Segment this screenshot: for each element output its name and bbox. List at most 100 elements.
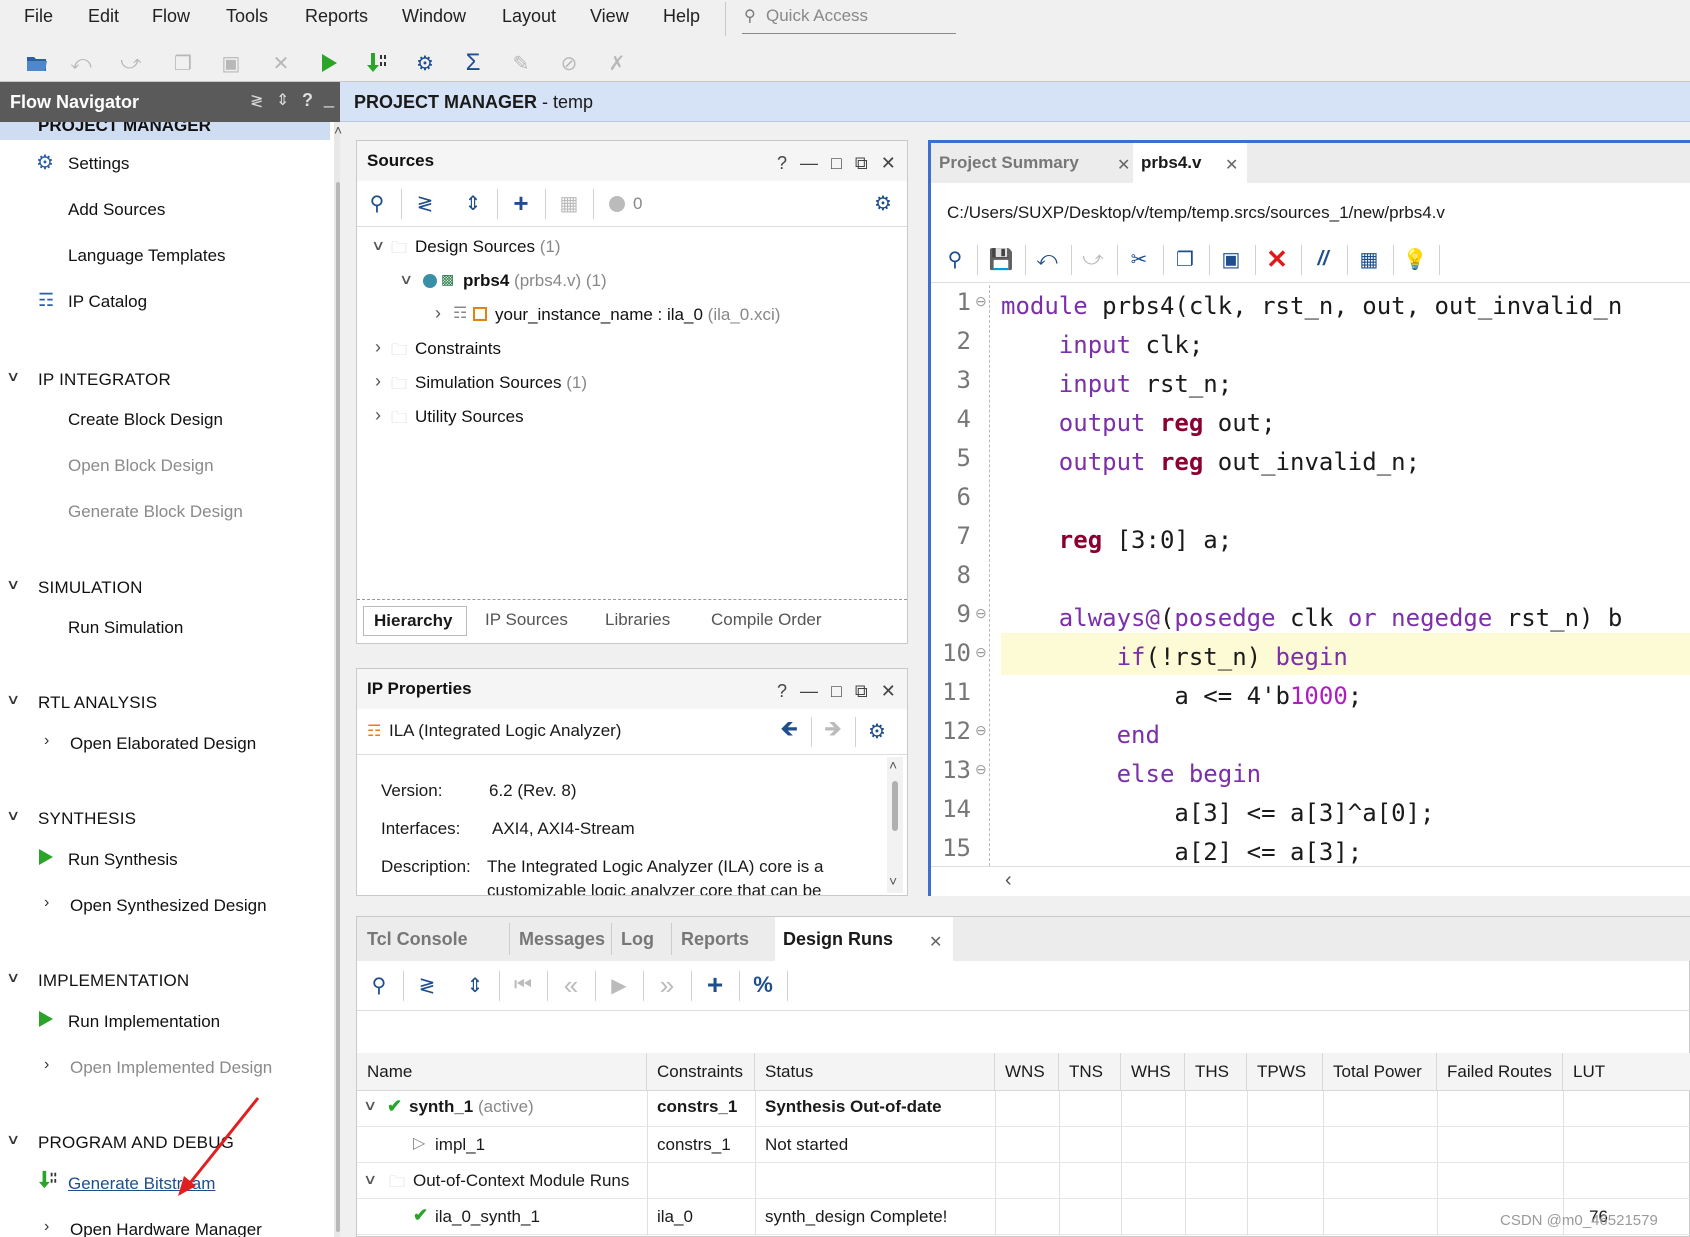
table-row[interactable]: ✔ ila_0_synth_1 ila_0 synth_design Compl… <box>357 1199 1690 1235</box>
scroll-up-icon[interactable]: ˄ <box>334 122 342 138</box>
gear-icon[interactable]: ⚙ <box>863 717 891 745</box>
first-icon[interactable]: ⏮ <box>509 971 537 999</box>
column-icon[interactable]: ▦ <box>1355 245 1383 273</box>
back-arrow-icon[interactable]: 🡸 <box>775 716 803 745</box>
chevron-down-icon[interactable]: ∨ <box>363 1097 377 1114</box>
rewind-icon[interactable]: « <box>557 970 585 1000</box>
menu-edit[interactable]: Edit <box>88 6 119 27</box>
minimize-icon[interactable]: _ <box>324 88 334 109</box>
expand-all-icon[interactable]: ⇕ <box>461 971 489 999</box>
col-status[interactable]: Status <box>755 1053 995 1091</box>
menu-tools[interactable]: Tools <box>226 6 268 27</box>
close-icon[interactable]: ✕ <box>881 681 896 702</box>
chevron-down-icon[interactable]: ∨ <box>6 691 20 708</box>
open-project-icon[interactable] <box>24 50 50 76</box>
menu-layout[interactable]: Layout <box>502 6 556 27</box>
tab-compile-order[interactable]: Compile Order <box>711 610 822 630</box>
tab-ip-sources[interactable]: IP Sources <box>485 610 568 630</box>
gear-icon[interactable]: ⚙ <box>869 189 897 217</box>
maximize-icon[interactable]: □ <box>831 681 842 702</box>
undo-icon[interactable]: ⤺ <box>68 50 94 76</box>
float-icon[interactable]: ⧉ <box>855 153 868 174</box>
table-row[interactable]: ∨ 🗀 Out-of-Context Module Runs <box>357 1163 1690 1199</box>
chevron-down-icon[interactable]: ∨ <box>399 271 413 288</box>
menu-view[interactable]: View <box>590 6 629 27</box>
col-tns[interactable]: TNS <box>1059 1053 1121 1091</box>
help-icon[interactable]: ? <box>302 90 313 111</box>
close-icon[interactable]: ✕ <box>881 153 896 174</box>
section-simulation[interactable]: SIMULATION <box>38 578 143 598</box>
col-constraints[interactable]: Constraints <box>647 1053 755 1091</box>
percent-icon[interactable]: % <box>749 971 777 999</box>
nav-open-synthesized-design[interactable]: Open Synthesized Design <box>70 896 267 916</box>
col-total-power[interactable]: Total Power <box>1323 1053 1437 1091</box>
search-icon[interactable]: ⚲ <box>941 245 969 273</box>
ip-properties-scrollbar[interactable]: ˄ ˅ <box>887 757 903 893</box>
chevron-down-icon[interactable]: ∨ <box>6 1131 20 1148</box>
fold-icon[interactable]: ⊖ <box>975 644 987 661</box>
chevron-down-icon[interactable]: ∨ <box>371 237 385 254</box>
menu-flow[interactable]: Flow <box>152 6 190 27</box>
nav-open-block-design[interactable]: Open Block Design <box>68 456 214 476</box>
nav-run-simulation[interactable]: Run Simulation <box>68 618 183 638</box>
tab-hierarchy[interactable]: Hierarchy <box>363 606 467 636</box>
nav-add-sources[interactable]: Add Sources <box>68 200 165 220</box>
maximize-icon[interactable]: □ <box>831 153 842 174</box>
nav-run-implementation[interactable]: Run Implementation <box>68 1012 220 1032</box>
program-device-icon[interactable] <box>364 50 390 76</box>
tree-ip-instance[interactable]: your_instance_name : ila_0 (ila_0.xci) <box>495 305 780 325</box>
copy-icon[interactable]: ❐ <box>1171 245 1199 273</box>
tab-libraries[interactable]: Libraries <box>605 610 670 630</box>
editor-hscrollbar[interactable]: ‹ <box>931 866 1690 896</box>
search-icon[interactable]: ⚲ <box>363 189 391 217</box>
code-editor[interactable]: 1 2 3 4 5 6 7 8 9 10 11 12 13 14 15 ⊖ ⊖ … <box>931 285 1690 866</box>
chevron-right-icon[interactable]: › <box>44 732 49 750</box>
collapse-all-icon[interactable]: ≷ <box>411 189 439 217</box>
chevron-right-icon[interactable]: › <box>435 303 441 324</box>
fold-icon[interactable]: ⊖ <box>975 293 987 310</box>
tree-utility-sources[interactable]: Utility Sources <box>415 407 524 427</box>
tree-top-module[interactable]: prbs4 (prbs4.v) (1) <box>463 271 607 291</box>
table-row[interactable]: ∨ ✔ synth_1 (active) constrs_1 Synthesis… <box>357 1091 1690 1127</box>
tab-log[interactable]: Log <box>621 929 654 950</box>
close-icon[interactable]: ✕ <box>1225 155 1238 175</box>
ip-properties-scroll-thumb[interactable] <box>892 781 898 831</box>
fold-icon[interactable]: ⊖ <box>975 722 987 739</box>
disabled-icon[interactable]: ⊘ <box>556 50 582 76</box>
tree-simulation-sources[interactable]: Simulation Sources (1) <box>415 373 587 393</box>
col-wns[interactable]: WNS <box>995 1053 1059 1091</box>
tab-messages[interactable]: Messages <box>519 929 605 950</box>
col-failed-routes[interactable]: Failed Routes <box>1437 1053 1563 1091</box>
lightbulb-icon[interactable]: 💡 <box>1401 245 1429 273</box>
flow-navigator-scroll-thumb[interactable] <box>336 182 340 1232</box>
section-rtl-analysis[interactable]: RTL ANALYSIS <box>38 693 157 713</box>
nav-settings[interactable]: Settings <box>68 154 129 174</box>
expand-all-icon[interactable]: ⇕ <box>276 90 289 110</box>
section-synthesis[interactable]: SYNTHESIS <box>38 809 136 829</box>
col-ths[interactable]: THS <box>1185 1053 1247 1091</box>
nav-open-implemented-design[interactable]: Open Implemented Design <box>70 1058 272 1078</box>
tree-design-sources[interactable]: Design Sources (1) <box>415 237 561 257</box>
paste-icon[interactable]: ▣ <box>218 50 244 76</box>
tree-constraints[interactable]: Constraints <box>415 339 501 359</box>
close-icon[interactable]: ✕ <box>1117 155 1130 175</box>
nav-language-templates[interactable]: Language Templates <box>68 246 226 266</box>
cut-icon[interactable]: ✂ <box>1125 245 1153 273</box>
chevron-down-icon[interactable]: ∨ <box>6 576 20 593</box>
add-icon[interactable]: + <box>507 188 535 218</box>
fold-icon[interactable]: ⊖ <box>975 761 987 778</box>
scroll-left-icon[interactable]: ‹ <box>1005 869 1012 892</box>
delete-icon[interactable]: ✕ <box>1263 244 1291 274</box>
menu-window[interactable]: Window <box>402 6 466 27</box>
chevron-down-icon[interactable]: ∨ <box>6 969 20 986</box>
chevron-down-icon[interactable]: ∨ <box>6 368 20 385</box>
col-lut[interactable]: LUT <box>1563 1053 1690 1091</box>
nav-ip-catalog[interactable]: IP Catalog <box>68 292 147 312</box>
chevron-right-icon[interactable]: › <box>44 1056 49 1074</box>
chevron-down-icon[interactable]: ∨ <box>6 807 20 824</box>
chevron-right-icon[interactable]: › <box>44 1218 49 1236</box>
forward-arrow-icon[interactable]: 🡺 <box>819 716 847 745</box>
nav-open-hardware-manager[interactable]: Open Hardware Manager <box>70 1220 262 1237</box>
nav-open-elaborated-design[interactable]: Open Elaborated Design <box>70 734 256 754</box>
section-project-manager[interactable]: PROJECT MANAGER <box>38 122 211 136</box>
